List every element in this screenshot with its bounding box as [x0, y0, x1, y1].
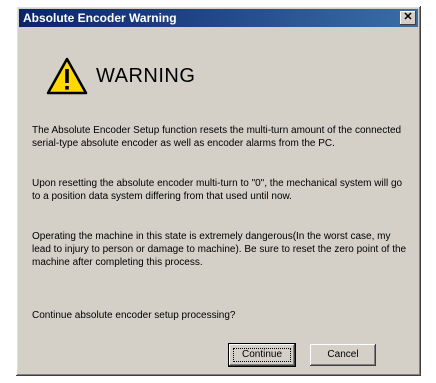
close-button[interactable]: ✕: [400, 11, 416, 25]
cancel-button-label: Cancel: [327, 349, 359, 360]
paragraph-danger-notice: Operating the machine in this state is e…: [32, 231, 407, 268]
continue-button-label: Continue: [241, 349, 283, 360]
title-bar: Absolute Encoder Warning ✕: [19, 9, 418, 27]
warning-dialog: Absolute Encoder Warning ✕ WARNING The A…: [16, 6, 421, 376]
continue-question: Continue absolute encoder setup processi…: [32, 310, 236, 321]
paragraph-position-data: Upon resetting the absolute encoder mult…: [32, 178, 403, 202]
cancel-button[interactable]: Cancel: [310, 344, 376, 366]
close-icon: ✕: [403, 11, 413, 23]
window-title: Absolute Encoder Warning: [23, 11, 177, 25]
paragraph-reset-description: The Absolute Encoder Setup function rese…: [32, 125, 402, 149]
continue-button[interactable]: Continue: [228, 343, 296, 367]
warning-triangle-icon: [46, 57, 88, 95]
warning-heading: WARNING: [96, 64, 196, 87]
warning-header: WARNING: [46, 54, 195, 98]
